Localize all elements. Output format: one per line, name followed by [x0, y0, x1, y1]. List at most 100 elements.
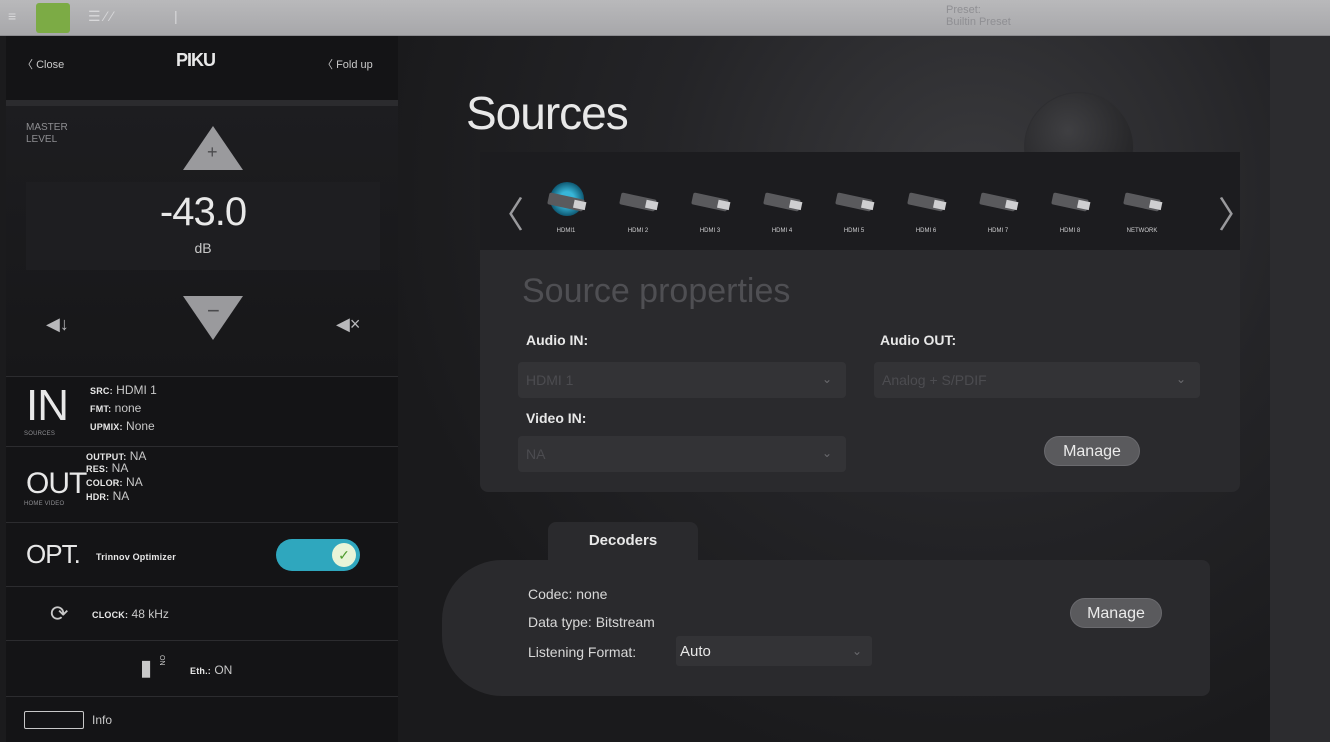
clock-line: CLOCK: 48 kHz [92, 607, 169, 622]
eth-value: ON [214, 663, 233, 677]
volume-up-button[interactable]: + [183, 126, 243, 170]
optimizer-row: OPT. Trinnov Optimizer ✓ [6, 522, 398, 586]
source-label: HDMI 4 [771, 228, 793, 234]
volume-down-button[interactable]: − [183, 296, 243, 340]
right-edge-strip [1270, 36, 1330, 742]
audio-in-select[interactable]: HDMI 1 ⌄ [518, 362, 846, 398]
source-item-hdmi7[interactable]: HDMI 7 [968, 182, 1028, 242]
hdmi-plug-icon [619, 192, 657, 212]
clock-icon: ⟳ [50, 601, 69, 626]
info-row[interactable]: Info [6, 696, 398, 742]
left-control-panel: 〈 Close PIKU 〈 Fold up MASTER LEVEL + -4… [6, 36, 398, 742]
audio-in-value: HDMI 1 [526, 372, 574, 388]
preset-name: Builtin Preset [946, 16, 1011, 28]
hdr-key: HDR: [86, 492, 110, 502]
color-value: NA [126, 475, 143, 489]
source-item-hdmi8[interactable]: HDMI 8 [1040, 182, 1100, 242]
fmt-key: FMT: [90, 404, 112, 414]
master-level-section: MASTER LEVEL + -43.0 dB ◀↓ − ◀× [6, 106, 398, 376]
source-item-hdmi5[interactable]: HDMI 5 [824, 182, 884, 242]
ethernet-plug-icon: ▮ [140, 655, 153, 680]
mute-icon[interactable]: ◀× [336, 314, 360, 335]
audio-in-label: Audio IN: [526, 332, 589, 348]
master-level-label: MASTER LEVEL [26, 122, 68, 145]
upmix-value: None [126, 419, 155, 433]
source-label: HDMI 6 [915, 228, 937, 234]
fold-up-button[interactable]: 〈 Fold up [322, 56, 373, 72]
input-status-row[interactable]: IN SOURCES SRC: HDMI 1 FMT: none UPMIX: … [6, 376, 398, 446]
source-item-hdmi6[interactable]: HDMI 6 [896, 182, 956, 242]
optimizer-line: Trinnov Optimizer [96, 549, 176, 564]
volume-down-step-icon[interactable]: ◀↓ [46, 314, 69, 335]
tab-decoders[interactable]: Decoders [548, 522, 698, 560]
app-logo-icon[interactable] [36, 3, 70, 33]
carousel-prev-icon[interactable]: 〈 [488, 186, 524, 238]
source-item-hdmi3[interactable]: HDMI 3 [680, 182, 740, 242]
hdmi-plug-icon [1051, 192, 1089, 212]
eth-line: Eth.: ON [190, 663, 232, 678]
data-type-text: Data type: Bitstream [528, 614, 655, 630]
output-value: NA [129, 449, 147, 463]
close-label: Close [36, 59, 65, 71]
in-sublabel: SOURCES [24, 431, 56, 437]
chevron-down-icon: ⌄ [851, 644, 862, 658]
info-label: Info [92, 713, 113, 727]
in-label: IN [26, 381, 69, 430]
chevron-down-icon: ⌄ [821, 446, 832, 460]
source-label: HDMI 2 [627, 228, 649, 234]
optimizer-label: Trinnov Optimizer [96, 552, 176, 562]
close-button[interactable]: 〈 Close [22, 56, 64, 72]
fmt-value: none [114, 401, 142, 415]
hdmi-plug-icon [763, 192, 801, 212]
hdr-value: NA [112, 489, 130, 503]
ethernet-row: ▮ ON Eth.: ON [6, 640, 398, 696]
out-label: OUT [26, 467, 87, 500]
hdmi-plug-icon [907, 192, 945, 212]
listening-format-select[interactable]: Auto ⌄ [676, 636, 872, 666]
audio-out-label: Audio OUT: [880, 332, 957, 348]
hdr-line: HDR: NA [86, 489, 129, 504]
video-in-label: Video IN: [526, 410, 587, 426]
opt-label: OPT. [26, 539, 81, 569]
manage-source-button[interactable]: Manage [1044, 436, 1140, 466]
res-value: NA [111, 461, 129, 475]
source-item-hdmi2[interactable]: HDMI 2 [608, 182, 668, 242]
source-item-hdmi4[interactable]: HDMI 4 [752, 182, 812, 242]
source-item-network[interactable]: NETWORK [1112, 182, 1172, 242]
manage-decoders-button[interactable]: Manage [1070, 598, 1162, 628]
top-toolbar: ≡ ☰ ⁄ ⁄ | Preset: Builtin Preset [0, 0, 1330, 36]
chevron-down-icon: ⌄ [1175, 372, 1186, 386]
source-item-hdmi1[interactable]: HDMI1 [536, 182, 596, 242]
source-label: NETWORK [1126, 228, 1158, 234]
color-key: COLOR: [86, 478, 123, 488]
eth-key: Eth.: [190, 666, 211, 676]
output-status-row[interactable]: OUT HOME VIDEO OUTPUT: NA RES: NA COLOR:… [6, 446, 398, 522]
source-label: HDMI 3 [699, 228, 721, 234]
res-key: RES: [86, 464, 109, 474]
upmix-line: UPMIX: None [90, 419, 155, 434]
page-title: Sources [466, 87, 629, 139]
listening-format-value: Auto [680, 643, 711, 660]
eth-side-label: ON [158, 655, 165, 666]
brand-logo: PIKU [176, 50, 216, 70]
source-label: HDMI 8 [1059, 228, 1081, 234]
src-line: SRC: HDMI 1 [90, 383, 157, 398]
color-line: COLOR: NA [86, 475, 143, 490]
hdmi-plug-icon [979, 192, 1017, 212]
optimizer-toggle[interactable]: ✓ [276, 539, 360, 571]
hdmi-plug-icon [835, 192, 873, 212]
carousel-next-icon[interactable]: 〉 [1218, 186, 1254, 238]
minus-icon: − [207, 298, 220, 323]
clock-key: CLOCK: [92, 610, 129, 620]
upmix-key: UPMIX: [90, 422, 123, 432]
menu-icon[interactable]: ≡ [8, 8, 26, 24]
codec-text: Codec: none [528, 586, 608, 602]
source-label: HDMI 7 [987, 228, 1009, 234]
list-icon[interactable]: ☰ ⁄ ⁄ [88, 8, 113, 25]
video-in-select[interactable]: NA ⌄ [518, 436, 846, 472]
audio-out-select[interactable]: Analog + S/PDIF ⌄ [874, 362, 1200, 398]
audio-out-value: Analog + S/PDIF [882, 372, 987, 388]
check-icon: ✓ [332, 543, 356, 567]
fmt-line: FMT: none [90, 401, 141, 416]
preset-indicator[interactable]: Preset: Builtin Preset [946, 4, 1011, 28]
